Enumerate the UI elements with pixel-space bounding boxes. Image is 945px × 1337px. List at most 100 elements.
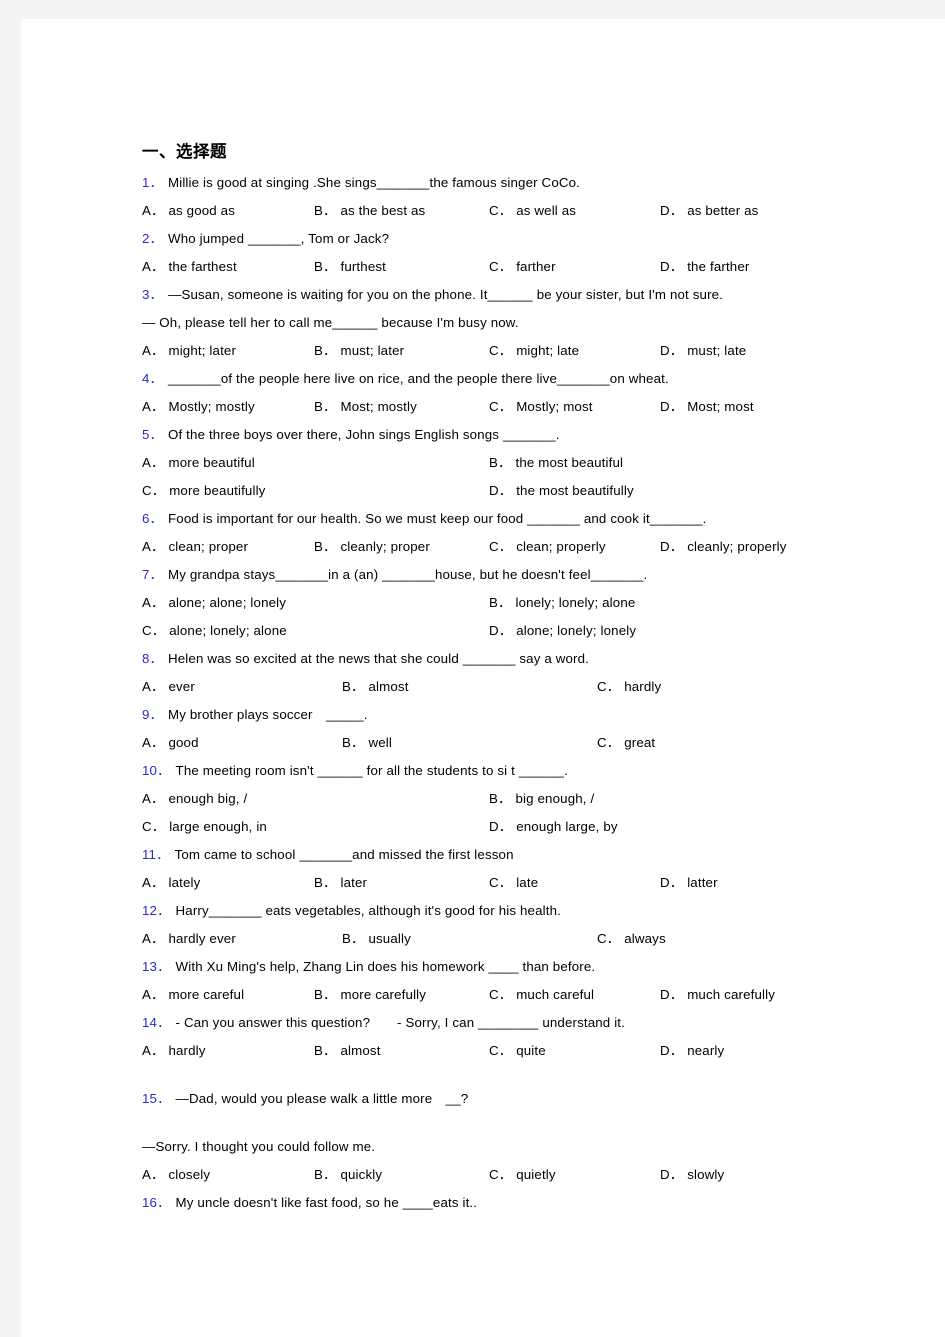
- document-content: 一、选择题 1． Millie is good at singing .She s…: [142, 142, 842, 1217]
- option-c[interactable]: C． much careful: [489, 981, 594, 1009]
- option-c[interactable]: C． quietly: [489, 1161, 556, 1189]
- option-row: A． hardly ever B． usually C． always: [142, 925, 842, 953]
- option-c[interactable]: C． always: [597, 925, 666, 953]
- option-a[interactable]: A． hardly: [142, 1037, 206, 1065]
- option-a[interactable]: A． clean; proper: [142, 533, 248, 561]
- option-label: A．: [142, 455, 165, 470]
- option-b[interactable]: B． big enough, /: [489, 785, 594, 813]
- option-text: hardly: [168, 1043, 206, 1058]
- option-text: well: [368, 735, 392, 750]
- question-number: 6．: [142, 511, 163, 526]
- option-b[interactable]: B． almost: [314, 1037, 381, 1065]
- option-label: B．: [314, 875, 337, 890]
- option-d[interactable]: D． nearly: [660, 1037, 724, 1065]
- option-a[interactable]: A． good: [142, 729, 199, 757]
- option-label: D．: [489, 483, 513, 498]
- option-b[interactable]: B． cleanly; proper: [314, 533, 430, 561]
- option-label: C．: [489, 399, 513, 414]
- option-d[interactable]: D． slowly: [660, 1161, 724, 1189]
- option-c[interactable]: C． might; late: [489, 337, 579, 365]
- option-c[interactable]: C． quite: [489, 1037, 546, 1065]
- option-a[interactable]: A． might; later: [142, 337, 236, 365]
- option-b[interactable]: B． almost: [342, 673, 409, 701]
- option-text: the farther: [687, 259, 750, 274]
- option-a[interactable]: A． more beautiful: [142, 449, 255, 477]
- option-text: nearly: [687, 1043, 725, 1058]
- option-text: quickly: [340, 1167, 383, 1182]
- option-label: D．: [660, 987, 684, 1002]
- option-c[interactable]: C． Mostly; most: [489, 393, 593, 421]
- option-text: always: [624, 931, 666, 946]
- question-text: My grandpa stays_______in a (an) _______…: [168, 567, 648, 582]
- option-b[interactable]: B． well: [342, 729, 392, 757]
- option-b[interactable]: B． later: [314, 869, 367, 897]
- option-a[interactable]: A． more careful: [142, 981, 244, 1009]
- option-d[interactable]: D． the farther: [660, 253, 749, 281]
- option-b[interactable]: B． quickly: [314, 1161, 382, 1189]
- option-b[interactable]: B． lonely; lonely; alone: [489, 589, 635, 617]
- option-text: lately: [168, 875, 201, 890]
- option-a[interactable]: A． alone; alone; lonely: [142, 589, 286, 617]
- option-d[interactable]: D． Most; most: [660, 393, 754, 421]
- question-text: _______of the people here live on rice, …: [168, 371, 669, 386]
- option-text: as better as: [687, 203, 759, 218]
- option-d[interactable]: D． enough large, by: [489, 813, 618, 841]
- option-label: A．: [142, 399, 165, 414]
- option-text: furthest: [340, 259, 387, 274]
- question-stem: 16． My uncle doesn't like fast food, so h…: [142, 1189, 842, 1217]
- question-number: 1．: [142, 175, 163, 190]
- option-b[interactable]: B． furthest: [314, 253, 386, 281]
- option-c[interactable]: C． clean; properly: [489, 533, 606, 561]
- option-label: D．: [489, 623, 513, 638]
- option-label: A．: [142, 931, 165, 946]
- option-d[interactable]: D． cleanly; properly: [660, 533, 787, 561]
- option-b[interactable]: B． the most beautiful: [489, 449, 623, 477]
- option-b[interactable]: B． as the best as: [314, 197, 425, 225]
- option-a[interactable]: A． as good as: [142, 197, 235, 225]
- option-text: much carefully: [687, 987, 776, 1002]
- option-b[interactable]: B． usually: [342, 925, 411, 953]
- question-number: 2．: [142, 231, 163, 246]
- option-row: A． hardly B． almost C． quite D． nearly: [142, 1037, 842, 1065]
- option-b[interactable]: B． Most; mostly: [314, 393, 417, 421]
- option-label: B．: [314, 539, 337, 554]
- question-continuation: — Oh, please tell her to call me______ b…: [142, 315, 519, 330]
- option-d[interactable]: D． must; late: [660, 337, 746, 365]
- option-label: C．: [489, 203, 513, 218]
- option-row: A． might; later B． must; later C． might; la…: [142, 337, 842, 365]
- option-row: A． clean; proper B． cleanly; proper C． clea…: [142, 533, 842, 561]
- option-c[interactable]: C． great: [597, 729, 655, 757]
- option-d[interactable]: D． latter: [660, 869, 718, 897]
- option-text: later: [340, 875, 368, 890]
- option-a[interactable]: A． hardly ever: [142, 925, 236, 953]
- option-d[interactable]: D． the most beautifully: [489, 477, 634, 505]
- question-stem: 4． _______of the people here live on rice…: [142, 365, 842, 393]
- option-label: C．: [597, 679, 621, 694]
- option-c[interactable]: C． late: [489, 869, 538, 897]
- option-a[interactable]: A． Mostly; mostly: [142, 393, 255, 421]
- option-c[interactable]: C． alone; lonely; alone: [142, 617, 287, 645]
- option-c[interactable]: C． as well as: [489, 197, 576, 225]
- option-a[interactable]: A． the farthest: [142, 253, 237, 281]
- option-c[interactable]: C． farther: [489, 253, 556, 281]
- option-a[interactable]: A． enough big, /: [142, 785, 247, 813]
- option-text: farther: [516, 259, 556, 274]
- option-text: lonely; lonely; alone: [515, 595, 636, 610]
- option-d[interactable]: D． much carefully: [660, 981, 775, 1009]
- option-label: A．: [142, 875, 165, 890]
- option-c[interactable]: C． more beautifully: [142, 477, 265, 505]
- option-b[interactable]: B． more carefully: [314, 981, 426, 1009]
- option-a[interactable]: A． ever: [142, 673, 195, 701]
- option-b[interactable]: B． must; later: [314, 337, 404, 365]
- option-label: D．: [660, 203, 684, 218]
- option-a[interactable]: A． closely: [142, 1161, 210, 1189]
- option-row: A． as good as B． as the best as C． as well …: [142, 197, 842, 225]
- option-c[interactable]: C． hardly: [597, 673, 661, 701]
- option-text: quietly: [516, 1167, 556, 1182]
- option-c[interactable]: C． large enough, in: [142, 813, 267, 841]
- question-number: 10．: [142, 763, 171, 778]
- option-a[interactable]: A． lately: [142, 869, 200, 897]
- option-d[interactable]: D． as better as: [660, 197, 758, 225]
- option-d[interactable]: D． alone; lonely; lonely: [489, 617, 636, 645]
- option-label: B．: [314, 259, 337, 274]
